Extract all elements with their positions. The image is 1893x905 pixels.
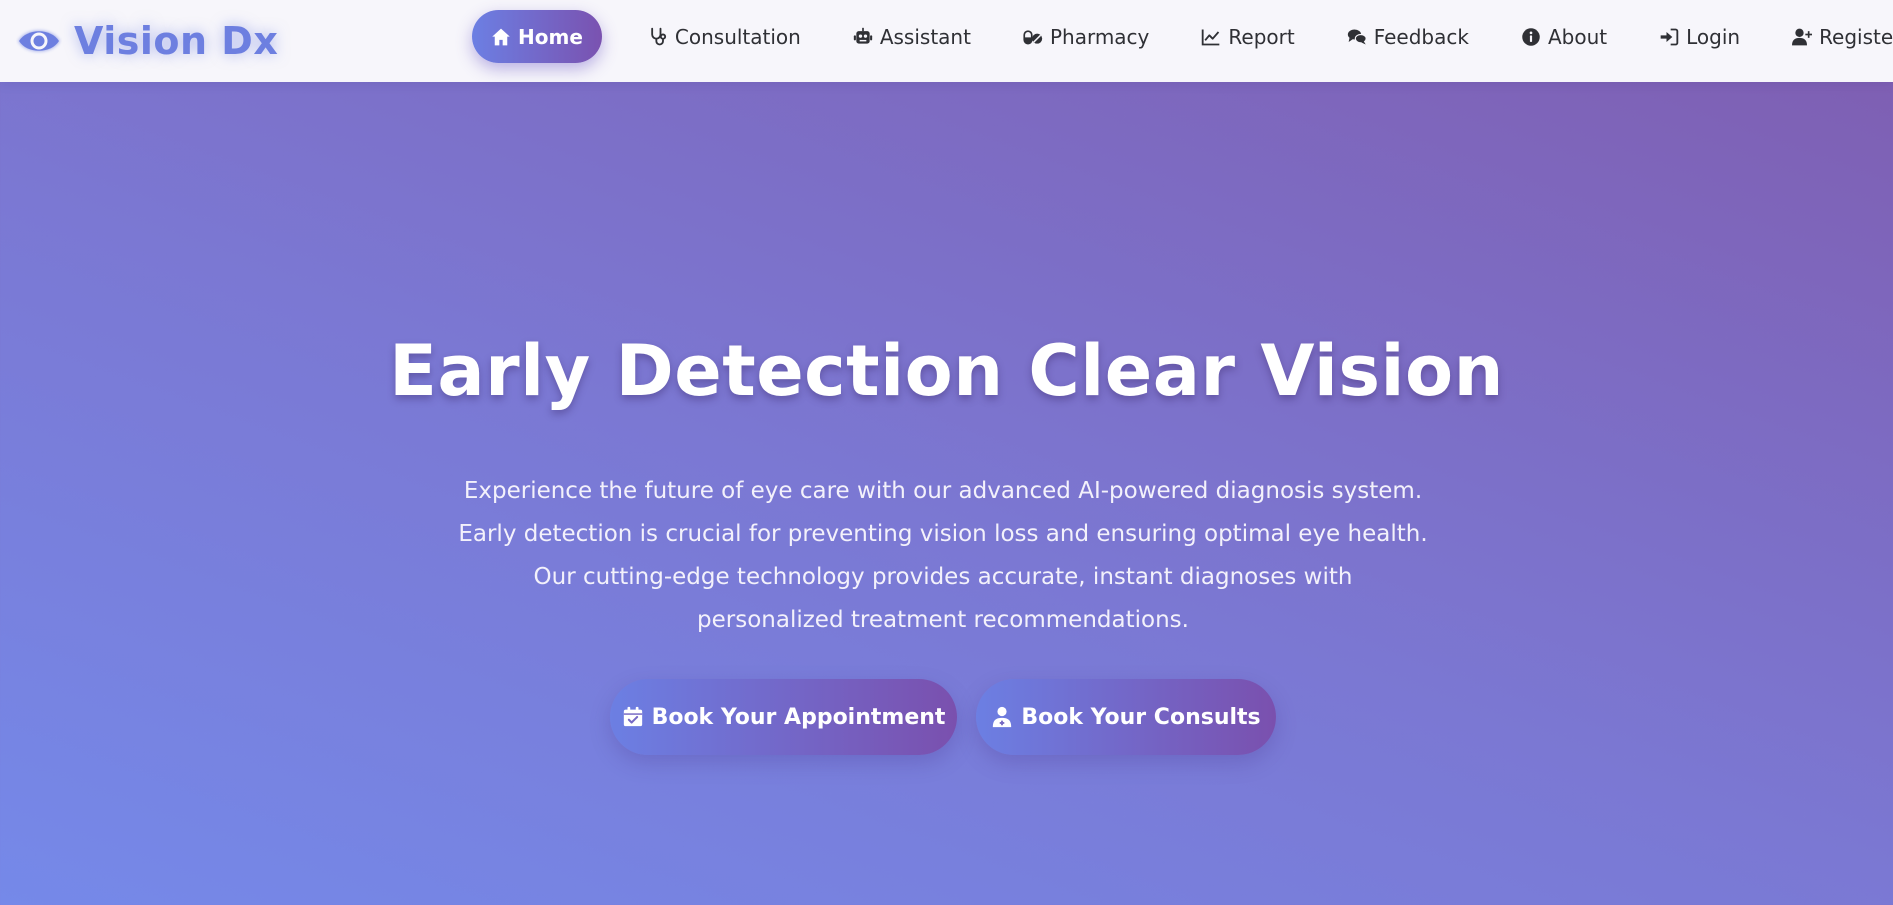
calendar-check-icon — [623, 706, 642, 727]
nav-login[interactable]: Login — [1639, 10, 1760, 63]
stethoscope-icon — [651, 27, 666, 45]
nav-consultation[interactable]: Consultation — [628, 10, 821, 63]
robot-icon — [853, 27, 872, 44]
brand-logo[interactable]: Vision Dx — [16, 18, 278, 64]
nav-pharmacy-label: Pharmacy — [1049, 24, 1150, 49]
nav-consultation-label: Consultation — [674, 24, 801, 49]
comments-icon — [1347, 29, 1367, 44]
user-doctor-icon — [993, 706, 1012, 728]
nav-home[interactable]: Home — [472, 10, 602, 63]
book-appointment-button[interactable]: Book Your Appointment — [610, 679, 957, 755]
nav-menu: Home Consultation Assistant Pharmacy Rep… — [472, 10, 1893, 63]
brand-name: Vision Dx — [74, 19, 279, 63]
nav-about[interactable]: About — [1501, 10, 1627, 63]
nav-feedback-label: Feedback — [1373, 24, 1469, 49]
eye-icon — [16, 18, 62, 64]
nav-register-label: Register — [1819, 24, 1893, 49]
nav-assistant-label: Assistant — [879, 24, 971, 49]
nav-about-label: About — [1547, 24, 1608, 49]
hero-title: Early Detection Clear Vision — [389, 330, 1504, 412]
nav-home-label: Home — [518, 24, 583, 49]
nav-login-label: Login — [1686, 24, 1741, 49]
nav-register[interactable]: Register — [1772, 10, 1893, 63]
book-consults-label: Book Your Consults — [1021, 704, 1261, 730]
book-appointment-label: Book Your Appointment — [651, 704, 946, 730]
pills-icon — [1023, 29, 1043, 45]
nav-feedback[interactable]: Feedback — [1327, 10, 1489, 63]
sign-in-icon — [1660, 28, 1679, 45]
navbar: Vision Dx Home Consultation Assistant Ph… — [0, 0, 1893, 82]
nav-pharmacy[interactable]: Pharmacy — [1003, 10, 1169, 63]
info-circle-icon — [1522, 27, 1540, 46]
chart-line-icon — [1202, 29, 1220, 45]
book-consults-button[interactable]: Book Your Consults — [976, 679, 1276, 755]
home-icon — [492, 28, 510, 45]
hero-description: Experience the future of eye care with o… — [458, 478, 1428, 633]
user-plus-icon — [1792, 28, 1813, 45]
nav-assistant[interactable]: Assistant — [833, 10, 991, 63]
nav-report-label: Report — [1228, 24, 1295, 49]
nav-report[interactable]: Report — [1181, 10, 1314, 63]
